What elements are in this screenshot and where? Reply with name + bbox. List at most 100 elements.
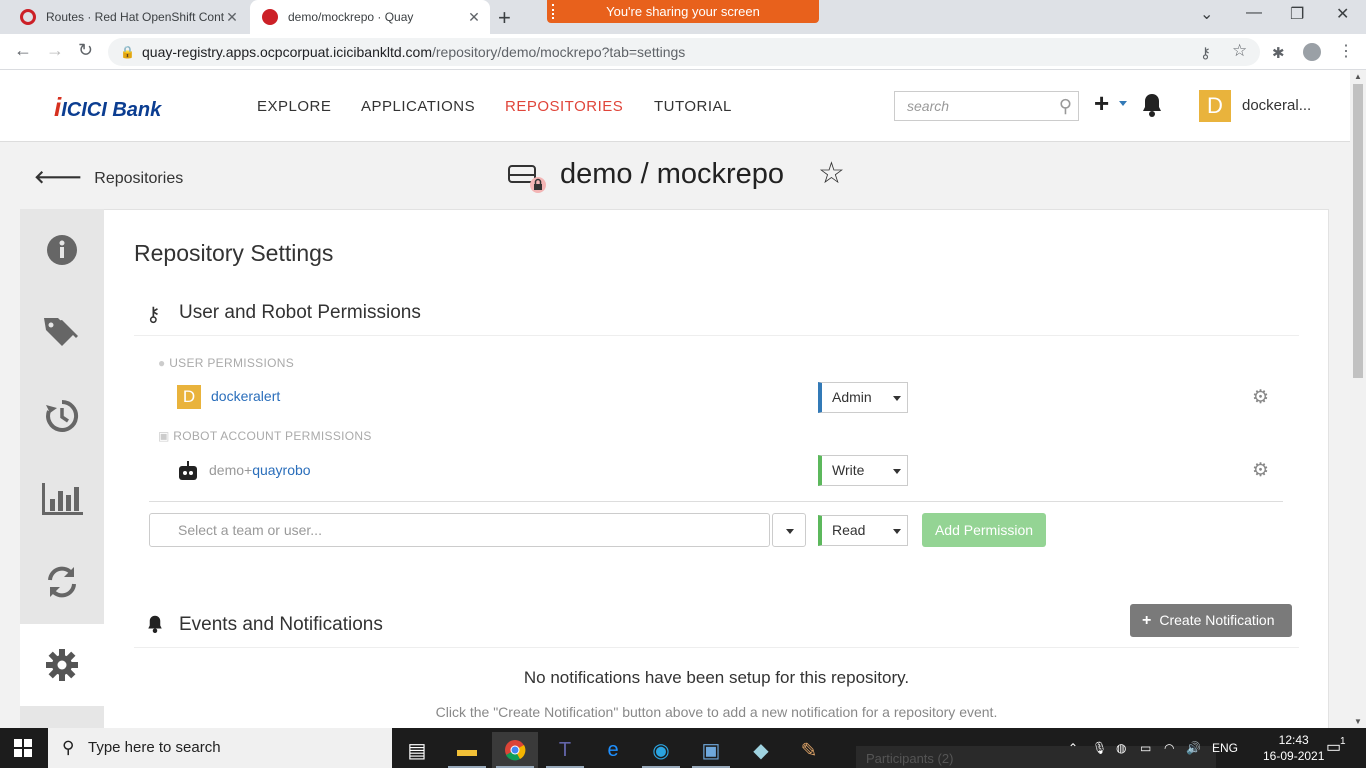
file-explorer-icon[interactable]: ▬ xyxy=(444,732,490,768)
openshift-favicon-icon xyxy=(20,9,36,25)
robot-role-dropdown[interactable]: Write xyxy=(818,455,908,486)
network-globe-icon[interactable]: ◍ xyxy=(1116,728,1126,768)
screen-share-banner[interactable]: You're sharing your screen xyxy=(547,0,819,23)
back-arrow-icon: 🡐 xyxy=(34,167,83,187)
taskbar-search-placeholder: Type here to search xyxy=(88,739,221,756)
user-permissions-label: ● USER PERMISSIONS xyxy=(158,356,294,370)
windows-start-icon[interactable] xyxy=(14,739,32,757)
close-window-icon[interactable]: ✕ xyxy=(1336,4,1349,24)
robot-account: demo+quayrobo xyxy=(209,462,311,478)
paint-app-icon[interactable]: ✎ xyxy=(786,732,832,768)
key-icon: ⚷ xyxy=(146,304,161,326)
wifi-icon[interactable]: ◠ xyxy=(1164,728,1174,768)
drag-handle-icon[interactable] xyxy=(552,4,555,19)
new-role-value: Read xyxy=(832,522,866,538)
user-role-dropdown[interactable]: Admin xyxy=(818,382,908,413)
language-indicator[interactable]: ENG xyxy=(1212,728,1238,768)
search-placeholder: search xyxy=(907,98,950,114)
caret-down-icon xyxy=(893,396,901,401)
events-title: Events and Notifications xyxy=(179,614,383,635)
create-new-icon[interactable]: + xyxy=(1094,88,1109,119)
empty-notifications-title: No notifications have been setup for thi… xyxy=(523,668,910,687)
browser-tab-openshift[interactable]: Routes · Red Hat OpenShift Cont ✕ xyxy=(8,0,248,34)
new-role-dropdown[interactable]: Read xyxy=(818,515,908,546)
participants-panel[interactable]: Participants (2) xyxy=(856,746,1216,768)
user-avatar[interactable]: D xyxy=(1199,90,1231,122)
task-view-icon[interactable]: ▤ xyxy=(394,732,440,768)
nav-applications[interactable]: APPLICATIONS xyxy=(361,98,475,115)
back-icon[interactable]: ← xyxy=(14,40,32,61)
microphone-icon[interactable]: 🎙 xyxy=(1092,728,1107,768)
entity-search-input[interactable]: Select a team or user... xyxy=(149,513,770,547)
permissions-title: User and Robot Permissions xyxy=(179,302,421,323)
notification-count: 1 xyxy=(1340,736,1346,747)
reload-icon[interactable]: ↻ xyxy=(78,40,93,61)
search-input[interactable]: search ⚲ xyxy=(894,91,1079,121)
user-icon: ● xyxy=(158,356,166,370)
page-scrollbar[interactable]: ▲ ▼ xyxy=(1350,70,1366,728)
show-hidden-icons[interactable]: ⌃ xyxy=(1068,728,1078,768)
date: 16-09-2021 xyxy=(1263,749,1325,763)
close-tab-icon[interactable]: ✕ xyxy=(224,9,240,26)
robot-role-value: Write xyxy=(832,462,865,478)
user-perms-text: USER PERMISSIONS xyxy=(169,356,295,370)
builds-icon[interactable] xyxy=(20,541,104,623)
remote-desktop-icon[interactable]: ▣ xyxy=(688,732,734,768)
scrollbar-thumb[interactable] xyxy=(1353,84,1363,378)
key-icon[interactable]: ⚷ xyxy=(1200,44,1211,62)
bookmark-star-icon[interactable]: ☆ xyxy=(1232,41,1247,61)
url-host: quay-registry.apps.ocpcorpuat.icicibankl… xyxy=(142,44,432,60)
usage-chart-icon[interactable] xyxy=(20,458,104,540)
tab-title: Routes · Red Hat OpenShift Cont xyxy=(46,10,224,24)
robot-options-gear-icon[interactable]: ⚙ xyxy=(1252,459,1269,482)
add-permission-button[interactable]: Add Permission xyxy=(922,513,1046,547)
entity-dropdown-button[interactable] xyxy=(772,513,806,547)
webex-icon[interactable]: ◉ xyxy=(638,732,684,768)
extensions-icon[interactable]: ✱ xyxy=(1272,44,1285,62)
username-menu[interactable]: dockeral... xyxy=(1242,97,1311,114)
nav-tutorial[interactable]: TUTORIAL xyxy=(654,98,732,115)
maximize-icon[interactable]: ❐ xyxy=(1290,4,1304,24)
volume-icon[interactable]: 🔊 xyxy=(1186,728,1201,768)
caret-down-icon[interactable] xyxy=(1119,101,1127,106)
browser-tab-quay[interactable]: demo/mockrepo · Quay ✕ xyxy=(250,0,490,34)
scroll-down-icon[interactable]: ▼ xyxy=(1354,717,1362,726)
info-icon[interactable] xyxy=(20,209,104,291)
icici-logo[interactable]: iICICI Bank xyxy=(54,92,161,123)
internet-explorer-icon[interactable]: e xyxy=(590,732,636,768)
star-repo-icon[interactable]: ☆ xyxy=(818,156,845,191)
taskbar-clock[interactable]: 12:43 16-09-2021 xyxy=(1263,732,1324,764)
nav-repositories[interactable]: REPOSITORIES xyxy=(505,98,623,115)
chrome-icon[interactable] xyxy=(492,732,538,768)
nav-explore[interactable]: EXPLORE xyxy=(257,98,331,115)
profile-icon[interactable] xyxy=(1303,43,1321,61)
scroll-up-icon[interactable]: ▲ xyxy=(1354,72,1362,81)
user-link[interactable]: dockeralert xyxy=(211,388,280,404)
history-icon[interactable] xyxy=(20,375,104,457)
url-path: /repository/demo/mockrepo?tab=settings xyxy=(432,44,686,60)
address-bar[interactable]: 🔒 quay-registry.apps.ocpcorpuat.iciciban… xyxy=(108,38,1260,66)
forward-icon[interactable]: → xyxy=(46,40,64,61)
notes-app-icon[interactable]: ◆ xyxy=(738,732,784,768)
teams-icon[interactable]: T xyxy=(542,732,588,768)
bell-icon xyxy=(146,614,164,640)
robot-link[interactable]: quayrobo xyxy=(252,462,310,478)
back-to-repositories-link[interactable]: 🡐 Repositories xyxy=(34,167,183,188)
browser-tab-bar: Routes · Red Hat OpenShift Cont ✕ demo/m… xyxy=(0,0,1366,34)
new-tab-button[interactable]: + xyxy=(498,5,511,31)
settings-icon[interactable] xyxy=(20,624,104,706)
robot-perms-text: ROBOT ACCOUNT PERMISSIONS xyxy=(173,429,372,443)
quay-favicon-icon xyxy=(262,9,278,25)
notifications-bell-icon[interactable] xyxy=(1140,92,1164,123)
tags-icon[interactable] xyxy=(20,292,104,374)
user-options-gear-icon[interactable]: ⚙ xyxy=(1252,386,1269,409)
action-center-icon[interactable]: ▭ xyxy=(1326,728,1341,768)
tab-search-icon[interactable]: ⌄ xyxy=(1200,4,1213,24)
close-tab-icon[interactable]: ✕ xyxy=(466,9,482,26)
caret-down-icon xyxy=(786,529,794,534)
taskbar-search-input[interactable]: ⚲ Type here to search xyxy=(48,728,392,768)
caret-down-icon xyxy=(893,529,901,534)
app-tray-icon[interactable]: ▭ xyxy=(1140,728,1151,768)
menu-icon[interactable]: ⋮ xyxy=(1338,41,1354,61)
minimize-icon[interactable]: — xyxy=(1246,4,1262,22)
